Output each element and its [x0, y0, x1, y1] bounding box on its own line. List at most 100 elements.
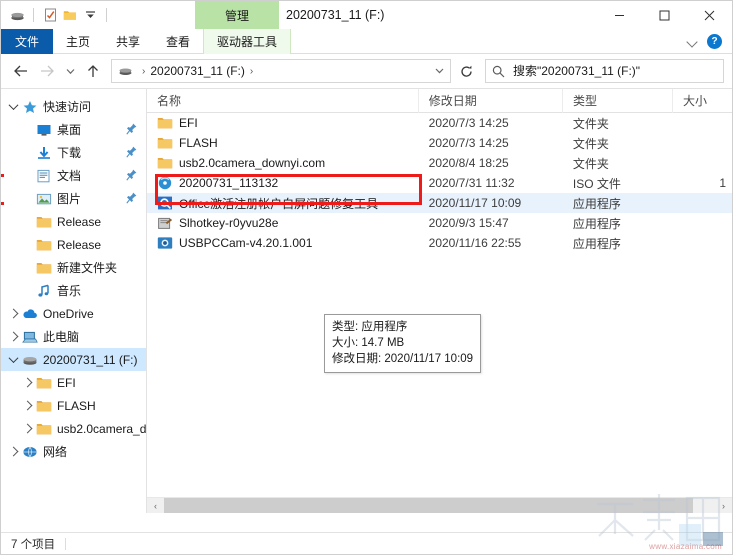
back-button[interactable] — [9, 59, 33, 83]
nav-item-7[interactable]: 新建文件夹 — [1, 256, 146, 279]
documents-icon — [35, 168, 53, 184]
new-folder-icon[interactable] — [62, 7, 78, 23]
horizontal-scrollbar[interactable]: ‹ › — [147, 497, 732, 513]
tab-view[interactable]: 查看 — [153, 29, 203, 54]
download-icon — [35, 145, 53, 161]
tab-file[interactable]: 文件 — [1, 29, 53, 54]
maximize-button[interactable] — [642, 1, 687, 29]
breadcrumb-item-drive[interactable]: 20200731_11 (F:) — [150, 64, 245, 78]
file-name-label: Slhotkey-r0yvu28e — [179, 216, 279, 230]
nav-item-6[interactable]: Release — [1, 233, 146, 256]
tab-home[interactable]: 主页 — [53, 29, 103, 54]
table-row[interactable]: USBPCCam-v4.20.1.001 2020/11/16 22:55 应用程序 — [147, 233, 732, 253]
up-button[interactable] — [81, 59, 105, 83]
column-header-size[interactable]: 大小 — [673, 89, 732, 113]
properties-icon[interactable] — [42, 7, 58, 23]
folder-icon — [35, 398, 53, 414]
window-title: 20200731_11 (F:) — [286, 8, 385, 22]
drive-icon — [21, 352, 39, 368]
sort-ascending-icon: ⌃ — [194, 89, 202, 95]
drive-icon[interactable] — [9, 7, 25, 23]
nav-item-label: 下载 — [57, 146, 82, 160]
nav-item-8[interactable]: 音乐 — [1, 279, 146, 302]
pin-icon[interactable] — [126, 146, 137, 158]
nav-item-5[interactable]: Release — [1, 210, 146, 233]
chevron-right-icon[interactable] — [19, 421, 35, 437]
chevron-right-icon[interactable] — [5, 329, 21, 345]
breadcrumb-separator-1[interactable]: › — [142, 66, 145, 77]
nav-item-4[interactable]: 图片 — [1, 187, 146, 210]
pin-icon[interactable] — [126, 192, 137, 204]
nav-item-14[interactable]: usb2.0camera_dov — [1, 417, 146, 440]
minimize-button[interactable] — [597, 1, 642, 29]
nav-item-10[interactable]: 此电脑 — [1, 325, 146, 348]
nav-item-3[interactable]: 文档 — [1, 164, 146, 187]
scroll-left-arrow[interactable]: ‹ — [147, 498, 164, 514]
nav-item-9[interactable]: OneDrive — [1, 302, 146, 325]
refresh-button[interactable] — [453, 59, 479, 83]
breadcrumb-drive-icon[interactable] — [118, 65, 133, 77]
chevron-right-icon[interactable] — [5, 306, 21, 322]
forward-button[interactable] — [35, 59, 59, 83]
help-icon[interactable]: ? — [707, 34, 722, 49]
recent-locations-icon[interactable] — [61, 59, 79, 83]
nav-item-15[interactable]: 网络 — [1, 440, 146, 463]
breadcrumb-dropdown-icon[interactable] — [432, 66, 446, 76]
search-input[interactable] — [513, 64, 717, 78]
nav-item-0[interactable]: 快速访问 — [1, 95, 146, 118]
chevron-right-icon[interactable] — [19, 398, 35, 414]
table-row[interactable]: Office激活注册帐户白屏问题修复工具 2020/11/17 10:09 应用程序 — [147, 193, 732, 213]
chevron-down-icon[interactable] — [5, 352, 21, 368]
table-row[interactable]: FLASH 2020/7/3 14:25 文件夹 — [147, 133, 732, 153]
folder-icon — [157, 116, 173, 130]
search-box[interactable] — [485, 59, 724, 83]
scroll-right-arrow[interactable]: › — [715, 498, 732, 514]
column-header-type[interactable]: 类型 — [563, 89, 673, 113]
chevron-down-icon[interactable] — [5, 99, 21, 115]
nav-item-label: usb2.0camera_dov — [57, 421, 146, 436]
nav-item-2[interactable]: 下载 — [1, 141, 146, 164]
table-row[interactable]: EFI 2020/7/3 14:25 文件夹 — [147, 113, 732, 133]
nav-item-13[interactable]: FLASH — [1, 394, 146, 417]
column-header-date[interactable]: 修改日期 — [419, 89, 563, 113]
breadcrumb[interactable]: › 20200731_11 (F:) › — [111, 59, 451, 83]
close-button[interactable] — [687, 1, 732, 29]
cell-date: 2020/11/16 22:55 — [428, 236, 522, 250]
nav-item-11[interactable]: 20200731_11 (F:) — [1, 348, 146, 371]
chevron-right-icon[interactable] — [19, 375, 35, 391]
file-tooltip: 类型: 应用程序 大小: 14.7 MB 修改日期: 2020/11/17 10… — [324, 314, 482, 373]
chevron-right-icon[interactable] — [5, 444, 21, 460]
nav-item-label: Release — [57, 214, 102, 229]
table-row[interactable]: Slhotkey-r0yvu28e 2020/9/3 15:47 应用程序 — [147, 213, 732, 233]
pin-icon[interactable] — [126, 169, 137, 181]
scrollbar-thumb[interactable] — [164, 497, 693, 513]
pin-icon[interactable] — [126, 123, 137, 135]
table-row[interactable]: usb2.0camera_downyi.com 2020/8/4 18:25 文件夹 — [147, 153, 732, 173]
nav-item-12[interactable]: EFI — [1, 371, 146, 394]
office-repair-tool-icon — [157, 196, 173, 210]
nav-item-1[interactable]: 桌面 — [1, 118, 146, 141]
pictures-icon — [35, 191, 53, 207]
nav-item-label: 网络 — [43, 445, 68, 459]
breadcrumb-separator-2[interactable]: › — [250, 66, 253, 77]
explorer-body: 快速访问 桌面 下载 文档 图片 Release Release 新建文件夹 音乐 OneDriv… — [1, 88, 732, 513]
file-name-label: EFI — [179, 116, 198, 130]
ribbon-tab-bar: 文件 主页 共享 查看 驱动器工具 ? — [1, 29, 732, 54]
network-icon — [21, 444, 39, 460]
scrollbar-track[interactable] — [164, 497, 715, 513]
column-header-name[interactable]: 名称 ⌃ — [147, 89, 419, 113]
tab-share[interactable]: 共享 — [103, 29, 153, 54]
nav-item-label: 文档 — [57, 169, 82, 183]
customize-dropdown-icon[interactable] — [82, 7, 98, 23]
tab-drive-tools[interactable]: 驱动器工具 — [203, 29, 292, 54]
table-row[interactable]: 20200731_113132 2020/7/31 11:32 ISO 文件 1 — [147, 173, 732, 193]
file-explorer-window: 管理 20200731_11 (F:) 文件 主页 共享 查看 驱动器工具 ? — [0, 0, 733, 555]
item-count-label: 7 个项目 — [11, 538, 56, 551]
navigation-pane: 快速访问 桌面 下载 文档 图片 Release Release 新建文件夹 音乐 OneDriv… — [1, 89, 147, 513]
chevron-down-icon[interactable] — [687, 36, 699, 48]
